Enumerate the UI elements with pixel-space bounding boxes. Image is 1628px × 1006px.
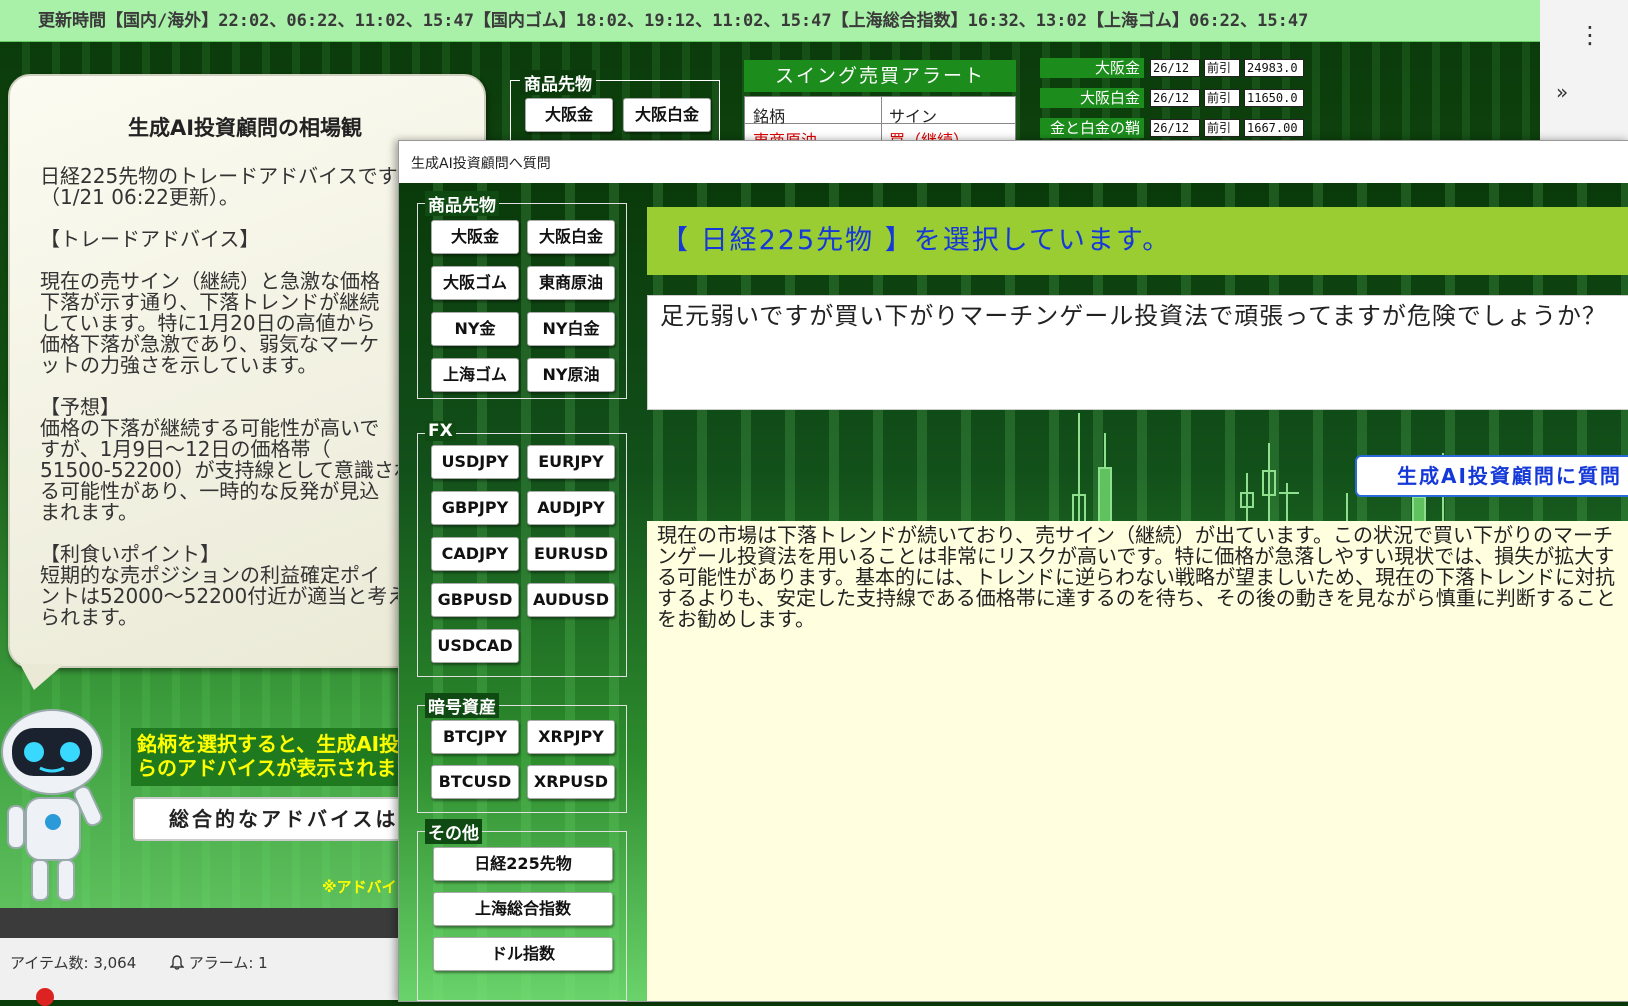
- btn-dollar-index[interactable]: ドル指数: [433, 937, 613, 971]
- price-type: 前引: [1204, 89, 1240, 107]
- btn-ny-platinum[interactable]: NY白金: [527, 312, 615, 346]
- chevron-more-icon[interactable]: »: [1556, 80, 1568, 104]
- item-count: アイテム数: 3,064: [10, 954, 137, 972]
- bell-icon: [169, 955, 185, 970]
- btn-audusd[interactable]: AUDUSD: [527, 583, 615, 617]
- alert-col-name: 銘柄: [753, 107, 786, 126]
- btn-usdjpy[interactable]: USDJPY: [431, 445, 519, 479]
- dialog-title: 生成AI投資顧問へ質問: [411, 156, 551, 172]
- btn-usdcad[interactable]: USDCAD: [431, 629, 519, 663]
- crypto-group-label: 暗号資産: [425, 693, 499, 718]
- kebab-menu-icon[interactable]: ⋮: [1578, 23, 1602, 47]
- btn-btcusd[interactable]: BTCUSD: [431, 765, 519, 799]
- price-month: 26/12: [1150, 89, 1200, 107]
- btn-nikkei225[interactable]: 日経225先物: [433, 847, 613, 881]
- fx-group-label: FX: [425, 421, 456, 441]
- other-group-label: その他: [425, 819, 482, 844]
- promo-message: 銘柄を選択すると、生成AI投 らのアドバイスが表示されます: [131, 728, 403, 786]
- ask-ai-dialog: 生成AI投資顧問へ質問 商品先物 大阪金 大阪白金 大阪ゴム 東商原油 NY金 …: [398, 140, 1628, 1002]
- alert-col-sign: サイン: [889, 107, 938, 126]
- btn-xrpusd[interactable]: XRPUSD: [527, 765, 615, 799]
- dialog-titlebar[interactable]: 生成AI投資顧問へ質問: [399, 141, 1628, 183]
- alarm-count-label: アラーム: 1: [188, 954, 268, 972]
- price-name: 大阪金: [1040, 58, 1144, 78]
- swing-alert-table: 銘柄 サイン 東商原油 買（継続）: [744, 96, 1016, 142]
- ask-ai-button[interactable]: 生成AI投資顧問に質問: [1355, 455, 1628, 497]
- price-name: 金と白金の鞘: [1040, 118, 1144, 138]
- btn-audjpy[interactable]: AUDJPY: [527, 491, 615, 525]
- commodities-group-label: 商品先物: [425, 191, 499, 216]
- bg-commodities-label: 商品先物: [520, 70, 596, 95]
- bubble-tail: [20, 664, 64, 690]
- symbol-panel: 商品先物 大阪金 大阪白金 大阪ゴム 東商原油 NY金 NY白金 上海ゴム NY…: [399, 183, 639, 1001]
- btn-cadjpy[interactable]: CADJPY: [431, 537, 519, 571]
- price-type: 前引: [1204, 59, 1240, 77]
- dialog-body: 商品先物 大阪金 大阪白金 大阪ゴム 東商原油 NY金 NY白金 上海ゴム NY…: [399, 183, 1628, 1001]
- alert-row-divider: [745, 123, 1015, 124]
- price-type: 前引: [1204, 119, 1240, 137]
- btn-osaka-platinum[interactable]: 大阪白金: [527, 220, 615, 254]
- selection-banner: 【 日経225先物 】を選択しています。: [647, 207, 1628, 275]
- swing-alert-title: スイング売買アラート: [744, 60, 1016, 92]
- bg-osaka-platinum-button[interactable]: 大阪白金: [623, 98, 711, 132]
- question-input[interactable]: 足元弱いですが買い下がりマーチンゲール投資法で頑張ってますが危険でしょうか？: [647, 295, 1628, 410]
- btn-ny-gold[interactable]: NY金: [431, 312, 519, 346]
- update-times-bar: 更新時間【国内/海外】22:02、06:22、11:02、15:47【国内ゴム】…: [0, 0, 1540, 42]
- btn-tocom-crude[interactable]: 東商原油: [527, 266, 615, 300]
- btn-xrpjpy[interactable]: XRPJPY: [527, 720, 615, 754]
- status-bar: アイテム数: 3,064 アラーム: 1: [0, 938, 400, 1000]
- answer-text: 現在の市場は下落トレンドが続いており、売サイン（継続）が出ています。この状況で買…: [647, 521, 1628, 1001]
- price-month: 26/12: [1150, 119, 1200, 137]
- bg-osaka-gold-button[interactable]: 大阪金: [525, 98, 613, 132]
- btn-gbpjpy[interactable]: GBPJPY: [431, 491, 519, 525]
- btn-osaka-rubber[interactable]: 大阪ゴム: [431, 266, 519, 300]
- advice-note: ※アドバイ: [322, 878, 397, 896]
- btn-eurusd[interactable]: EURUSD: [527, 537, 615, 571]
- price-value: 1667.00: [1244, 119, 1304, 137]
- advice-title: 生成AI投資顧問の相場観: [127, 116, 363, 140]
- price-month: 26/12: [1150, 59, 1200, 77]
- price-name: 大阪白金: [1040, 88, 1144, 108]
- btn-eurjpy[interactable]: EURJPY: [527, 445, 615, 479]
- overall-advice-button[interactable]: 総合的なアドバイスは: [133, 797, 403, 841]
- btn-ny-crude[interactable]: NY原油: [527, 358, 615, 392]
- btn-shanghai-composite[interactable]: 上海総合指数: [433, 892, 613, 926]
- robot-mascot-icon: [1, 709, 103, 901]
- alert-col-divider: [881, 97, 882, 141]
- alarm-count[interactable]: アラーム: 1: [169, 952, 268, 973]
- btn-osaka-gold[interactable]: 大阪金: [431, 220, 519, 254]
- btn-btcjpy[interactable]: BTCJPY: [431, 720, 519, 754]
- notification-dot-icon: [36, 988, 54, 1006]
- btn-gbpusd[interactable]: GBPUSD: [431, 583, 519, 617]
- scroll-strip: [0, 908, 400, 938]
- price-value: 24983.0: [1244, 59, 1304, 77]
- btn-shanghai-rubber[interactable]: 上海ゴム: [431, 358, 519, 392]
- price-value: 11650.0: [1244, 89, 1304, 107]
